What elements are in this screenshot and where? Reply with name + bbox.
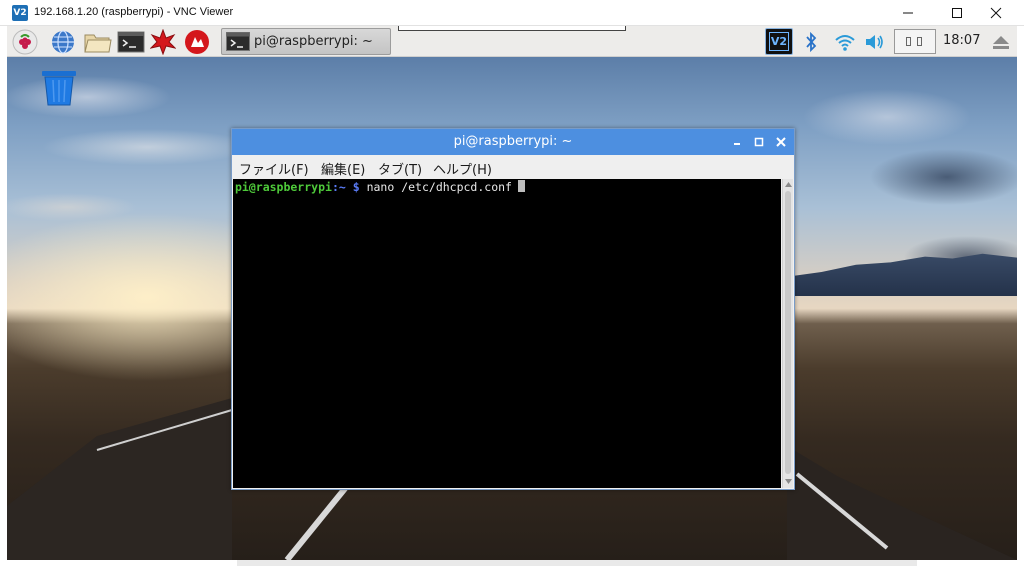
taskbar-item-label: pi@raspberrypi: ~	[254, 34, 373, 49]
scroll-down-arrow-icon[interactable]	[784, 477, 793, 486]
minimize-icon	[734, 143, 740, 145]
terminal-scrollbar[interactable]	[782, 179, 793, 488]
cpu-monitor-widget[interactable]	[894, 29, 936, 54]
mathematica-icon[interactable]	[149, 28, 177, 56]
maximize-icon	[754, 137, 764, 147]
scroll-up-arrow-icon[interactable]	[784, 180, 793, 189]
wifi-icon[interactable]	[833, 31, 857, 53]
scrollbar-thumb[interactable]	[785, 191, 791, 474]
menu-edit[interactable]: 編集(E)	[321, 159, 365, 178]
maximize-icon	[952, 8, 962, 18]
menu-tab[interactable]: タブ(T)	[378, 159, 422, 178]
minimize-icon	[903, 12, 913, 14]
terminal-command: nano /etc/dhcpcd.conf	[366, 180, 512, 194]
wolfram-icon[interactable]	[184, 29, 210, 55]
vnc-window-title: 192.168.1.20 (raspberrypi) - VNC Viewer	[34, 6, 234, 18]
cpu-bar-icon	[917, 37, 922, 46]
prompt-path: :~ $	[331, 180, 360, 194]
close-button[interactable]	[974, 0, 1020, 26]
bluetooth-icon[interactable]	[803, 29, 819, 55]
terminal-minimize-button[interactable]	[729, 134, 745, 150]
file-manager-icon[interactable]	[83, 29, 112, 55]
vnc-logo-icon: V2	[12, 5, 28, 21]
raspberry-menu-icon[interactable]	[12, 29, 38, 55]
terminal-icon[interactable]	[117, 29, 145, 55]
close-icon	[776, 137, 786, 147]
vnc-scroll-edge	[237, 560, 917, 566]
menu-file[interactable]: ファイル(F)	[239, 159, 309, 178]
prompt-user: pi@raspberrypi	[235, 180, 332, 194]
eject-icon[interactable]	[992, 34, 1010, 50]
menu-help[interactable]: ヘルプ(H)	[433, 159, 492, 178]
terminal-close-button[interactable]	[773, 134, 789, 150]
volume-icon[interactable]	[863, 31, 887, 53]
hidden-window-edge	[398, 26, 626, 31]
vnc-titlebar: V2 192.168.1.20 (raspberrypi) - VNC View…	[0, 0, 1024, 26]
terminal-menubar: ファイル(F) 編集(E) タブ(T) ヘルプ(H)	[232, 155, 794, 179]
terminal-window[interactable]: pi@raspberrypi: ~ ファイル(F) 編集(E) タブ(T) ヘル…	[231, 128, 795, 490]
web-browser-icon[interactable]	[50, 29, 76, 55]
terminal-maximize-button[interactable]	[751, 134, 767, 150]
terminal-titlebar[interactable]: pi@raspberrypi: ~	[232, 129, 794, 155]
vnc-tray-label: V2	[769, 32, 789, 51]
remote-desktop[interactable]: pi@raspberrypi: ~ V2 18:07 pi@raspberryp…	[7, 26, 1017, 560]
terminal-command-line: pi@raspberrypi:~ $ nano /etc/dhcpcd.conf	[235, 180, 525, 194]
trash-icon[interactable]	[40, 69, 78, 107]
minimize-button[interactable]	[886, 0, 932, 26]
clock[interactable]: 18:07	[943, 33, 980, 48]
taskbar-terminal-button[interactable]: pi@raspberrypi: ~	[221, 28, 391, 55]
text-cursor	[517, 180, 525, 192]
terminal-icon	[226, 32, 250, 51]
terminal-title: pi@raspberrypi: ~	[453, 134, 573, 149]
terminal-output[interactable]: pi@raspberrypi:~ $ nano /etc/dhcpcd.conf	[233, 179, 781, 488]
cpu-bar-icon	[906, 37, 911, 46]
vnc-server-tray-icon[interactable]: V2	[765, 28, 793, 55]
close-icon	[990, 7, 1002, 19]
